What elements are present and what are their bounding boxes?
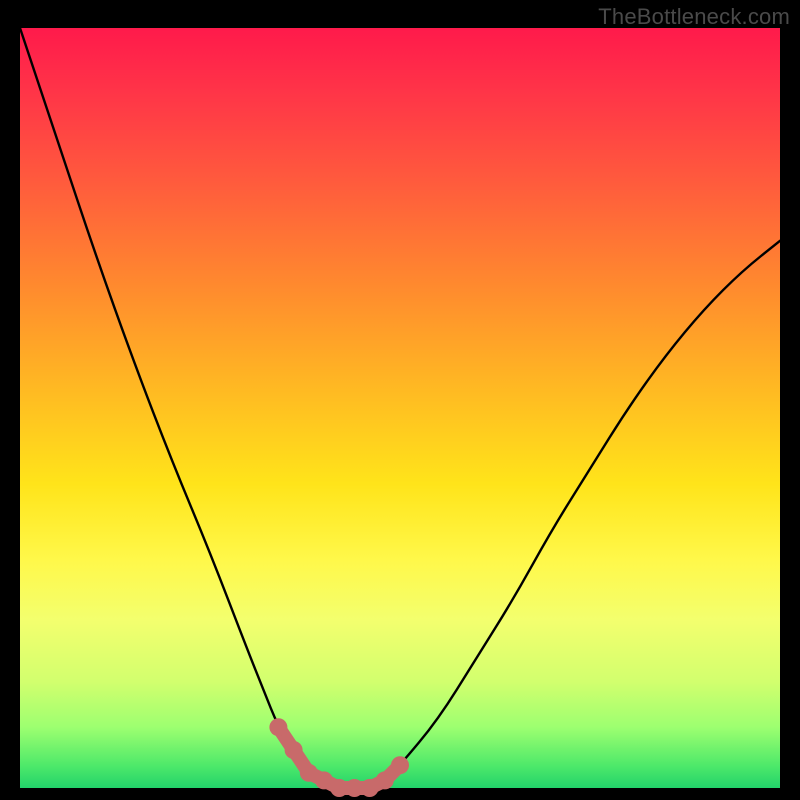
bottleneck-marker bbox=[269, 718, 287, 736]
bottleneck-markers-group bbox=[269, 718, 409, 797]
bottleneck-marker bbox=[376, 771, 394, 789]
bottleneck-curve-svg bbox=[20, 28, 780, 788]
chart-frame: TheBottleneck.com bbox=[0, 0, 800, 800]
watermark-text: TheBottleneck.com bbox=[598, 4, 790, 30]
bottleneck-curve-path bbox=[20, 28, 780, 788]
bottleneck-marker bbox=[391, 756, 409, 774]
bottleneck-marker bbox=[285, 741, 303, 759]
